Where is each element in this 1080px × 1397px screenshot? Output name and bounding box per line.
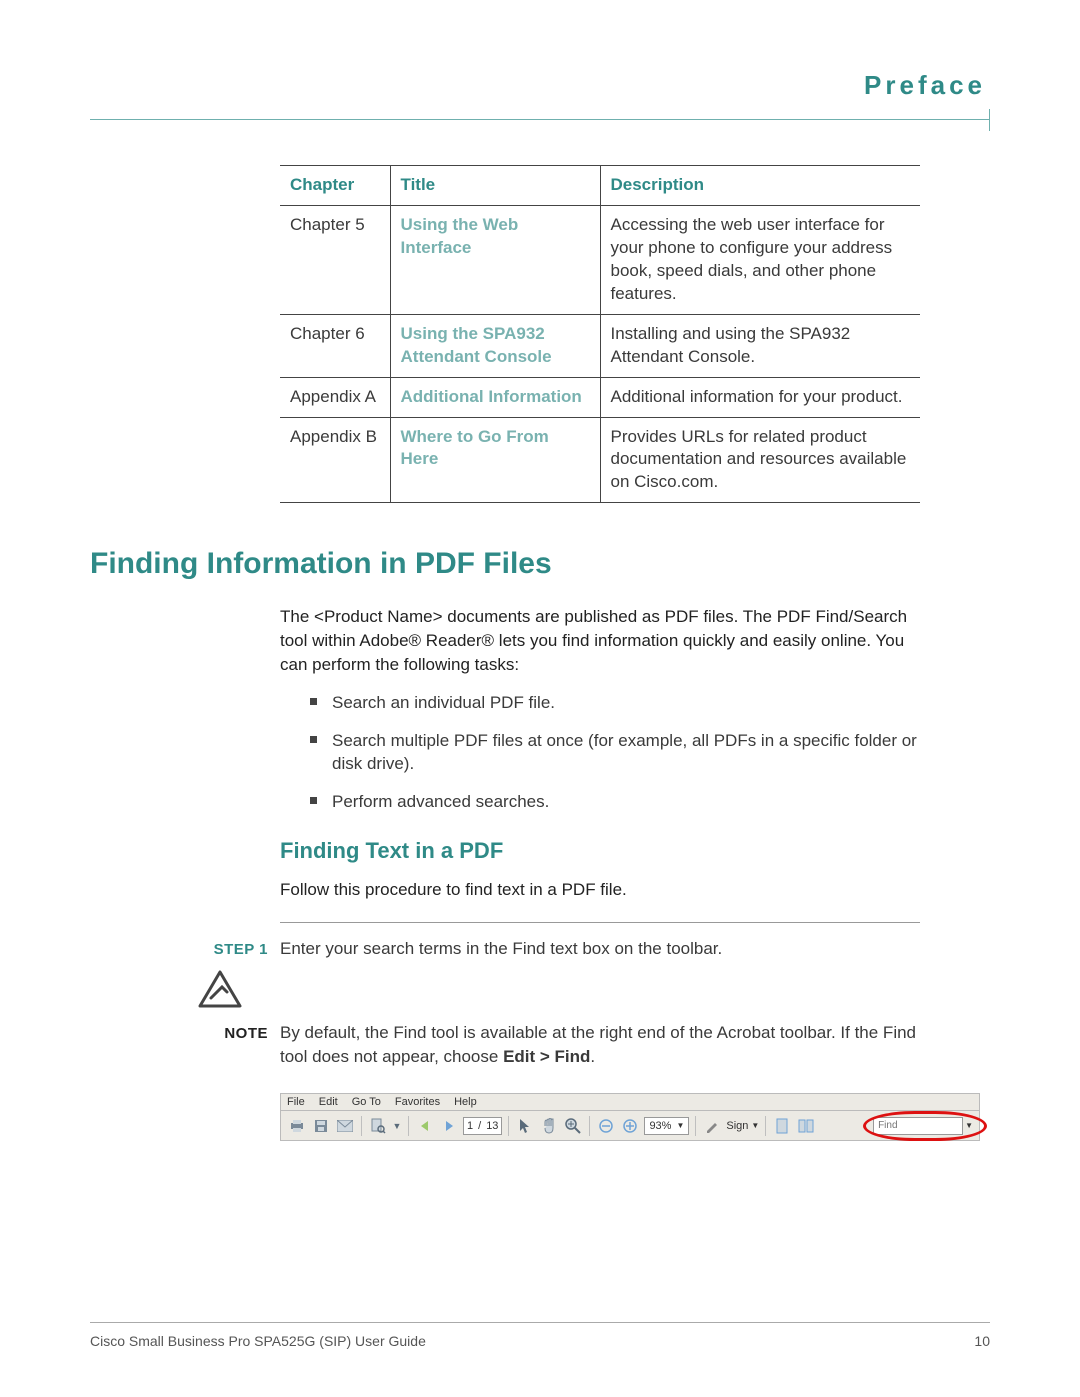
marquee-zoom-icon[interactable] bbox=[563, 1116, 583, 1136]
list-item: Perform advanced searches. bbox=[310, 790, 920, 814]
header-rule bbox=[90, 119, 990, 121]
table-row: Appendix A Additional Information Additi… bbox=[280, 377, 920, 417]
cell-chapter: Appendix B bbox=[280, 417, 390, 503]
dropdown-icon: ▼ bbox=[676, 1121, 684, 1130]
page-sep: / bbox=[478, 1120, 481, 1132]
section-paragraph: The <Product Name> documents are publish… bbox=[280, 605, 920, 676]
dropdown-icon[interactable]: ▼ bbox=[392, 1116, 402, 1136]
search-pdf-icon[interactable] bbox=[368, 1116, 388, 1136]
menu-favorites[interactable]: Favorites bbox=[395, 1096, 440, 1108]
list-item: Search an individual PDF file. bbox=[310, 691, 920, 715]
table-row: Chapter 5 Using the Web Interface Access… bbox=[280, 205, 920, 314]
subsection-paragraph: Follow this procedure to find text in a … bbox=[280, 878, 920, 902]
note-row: NOTE By default, the Find tool is availa… bbox=[210, 1021, 920, 1069]
menu-goto[interactable]: Go To bbox=[352, 1096, 381, 1108]
mail-icon[interactable] bbox=[335, 1116, 355, 1136]
menu-help[interactable]: Help bbox=[454, 1096, 477, 1108]
cell-chapter: Appendix A bbox=[280, 377, 390, 417]
step-divider bbox=[280, 922, 920, 923]
zoom-out-icon[interactable] bbox=[596, 1116, 616, 1136]
sign-button[interactable]: Sign ▼ bbox=[726, 1120, 759, 1132]
step-label: STEP 1 bbox=[210, 937, 280, 961]
note-suffix: . bbox=[590, 1047, 595, 1066]
dropdown-icon[interactable]: ▼ bbox=[965, 1121, 973, 1130]
zoom-value: 93% bbox=[649, 1120, 671, 1132]
cell-chapter: Chapter 6 bbox=[280, 314, 390, 377]
save-icon[interactable] bbox=[311, 1116, 331, 1136]
menu-bar: File Edit Go To Favorites Help bbox=[280, 1093, 980, 1111]
note-label: NOTE bbox=[210, 1021, 280, 1069]
note-prefix: By default, the Find tool is available a… bbox=[280, 1023, 916, 1066]
page-box: 1 / 13 bbox=[463, 1117, 502, 1135]
note-icon bbox=[198, 970, 990, 1015]
section-heading: Finding Information in PDF Files bbox=[90, 547, 990, 581]
table-row: Appendix B Where to Go From Here Provide… bbox=[280, 417, 920, 503]
cell-chapter: Chapter 5 bbox=[280, 205, 390, 314]
page-current[interactable]: 1 bbox=[467, 1120, 473, 1132]
table-row: Chapter 6 Using the SPA932 Attendant Con… bbox=[280, 314, 920, 377]
menu-file[interactable]: File bbox=[287, 1096, 305, 1108]
page-footer: Cisco Small Business Pro SPA525G (SIP) U… bbox=[90, 1322, 990, 1349]
pencil-icon[interactable] bbox=[702, 1116, 722, 1136]
acrobat-toolbar-figure: File Edit Go To Favorites Help ▼ bbox=[280, 1093, 980, 1141]
list-item: Search multiple PDF files at once (for e… bbox=[310, 729, 920, 777]
zoom-in-icon[interactable] bbox=[620, 1116, 640, 1136]
hand-tool-icon[interactable] bbox=[539, 1116, 559, 1136]
th-title: Title bbox=[390, 166, 600, 206]
menu-edit[interactable]: Edit bbox=[319, 1096, 338, 1108]
cell-desc: Provides URLs for related product docume… bbox=[600, 417, 920, 503]
footer-page-number: 10 bbox=[974, 1333, 990, 1349]
th-description: Description bbox=[600, 166, 920, 206]
th-chapter: Chapter bbox=[280, 166, 390, 206]
step-row: STEP 1 Enter your search terms in the Fi… bbox=[210, 937, 920, 961]
cell-desc: Installing and using the SPA932 Attendan… bbox=[600, 314, 920, 377]
select-tool-icon[interactable] bbox=[515, 1116, 535, 1136]
sign-label: Sign bbox=[726, 1120, 748, 1132]
chapter-link[interactable]: Using the SPA932 Attendant Console bbox=[401, 324, 552, 366]
chapters-table: Chapter Title Description Chapter 5 Usin… bbox=[280, 165, 920, 503]
find-box[interactable]: ▼ bbox=[873, 1117, 973, 1135]
toolbar: ▼ 1 / 13 bbox=[280, 1111, 980, 1141]
page-section-title: Preface bbox=[90, 70, 990, 119]
bullet-list: Search an individual PDF file. Search mu… bbox=[310, 691, 920, 814]
prev-page-icon[interactable] bbox=[415, 1116, 435, 1136]
chapter-link[interactable]: Additional Information bbox=[401, 387, 582, 406]
dropdown-icon: ▼ bbox=[751, 1121, 759, 1130]
find-input[interactable] bbox=[873, 1117, 963, 1135]
step-text: Enter your search terms in the Find text… bbox=[280, 937, 920, 961]
note-text: By default, the Find tool is available a… bbox=[280, 1021, 920, 1069]
page-view-icon[interactable] bbox=[772, 1116, 792, 1136]
note-bold: Edit > Find bbox=[503, 1047, 590, 1066]
page-total: 13 bbox=[486, 1120, 498, 1132]
cell-desc: Accessing the web user interface for you… bbox=[600, 205, 920, 314]
chapter-link[interactable]: Where to Go From Here bbox=[401, 427, 549, 469]
subsection-heading: Finding Text in a PDF bbox=[280, 838, 990, 864]
cell-desc: Additional information for your product. bbox=[600, 377, 920, 417]
next-page-icon[interactable] bbox=[439, 1116, 459, 1136]
two-page-view-icon[interactable] bbox=[796, 1116, 816, 1136]
footer-left: Cisco Small Business Pro SPA525G (SIP) U… bbox=[90, 1333, 426, 1349]
print-icon[interactable] bbox=[287, 1116, 307, 1136]
zoom-box[interactable]: 93% ▼ bbox=[644, 1117, 689, 1135]
chapter-link[interactable]: Using the Web Interface bbox=[401, 215, 519, 257]
